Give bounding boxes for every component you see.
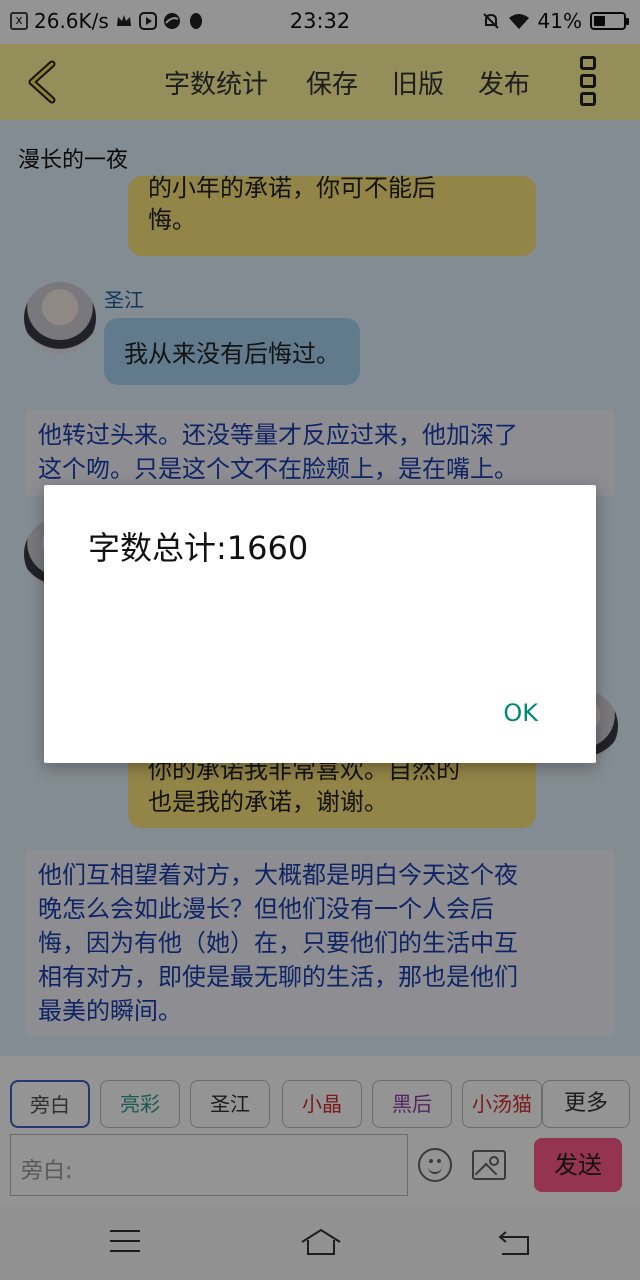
word-count-message: 字数总计:1660 — [88, 529, 309, 567]
ok-button[interactable]: OK — [503, 699, 538, 727]
word-count-dialog: 字数总计:1660 OK — [44, 485, 596, 763]
